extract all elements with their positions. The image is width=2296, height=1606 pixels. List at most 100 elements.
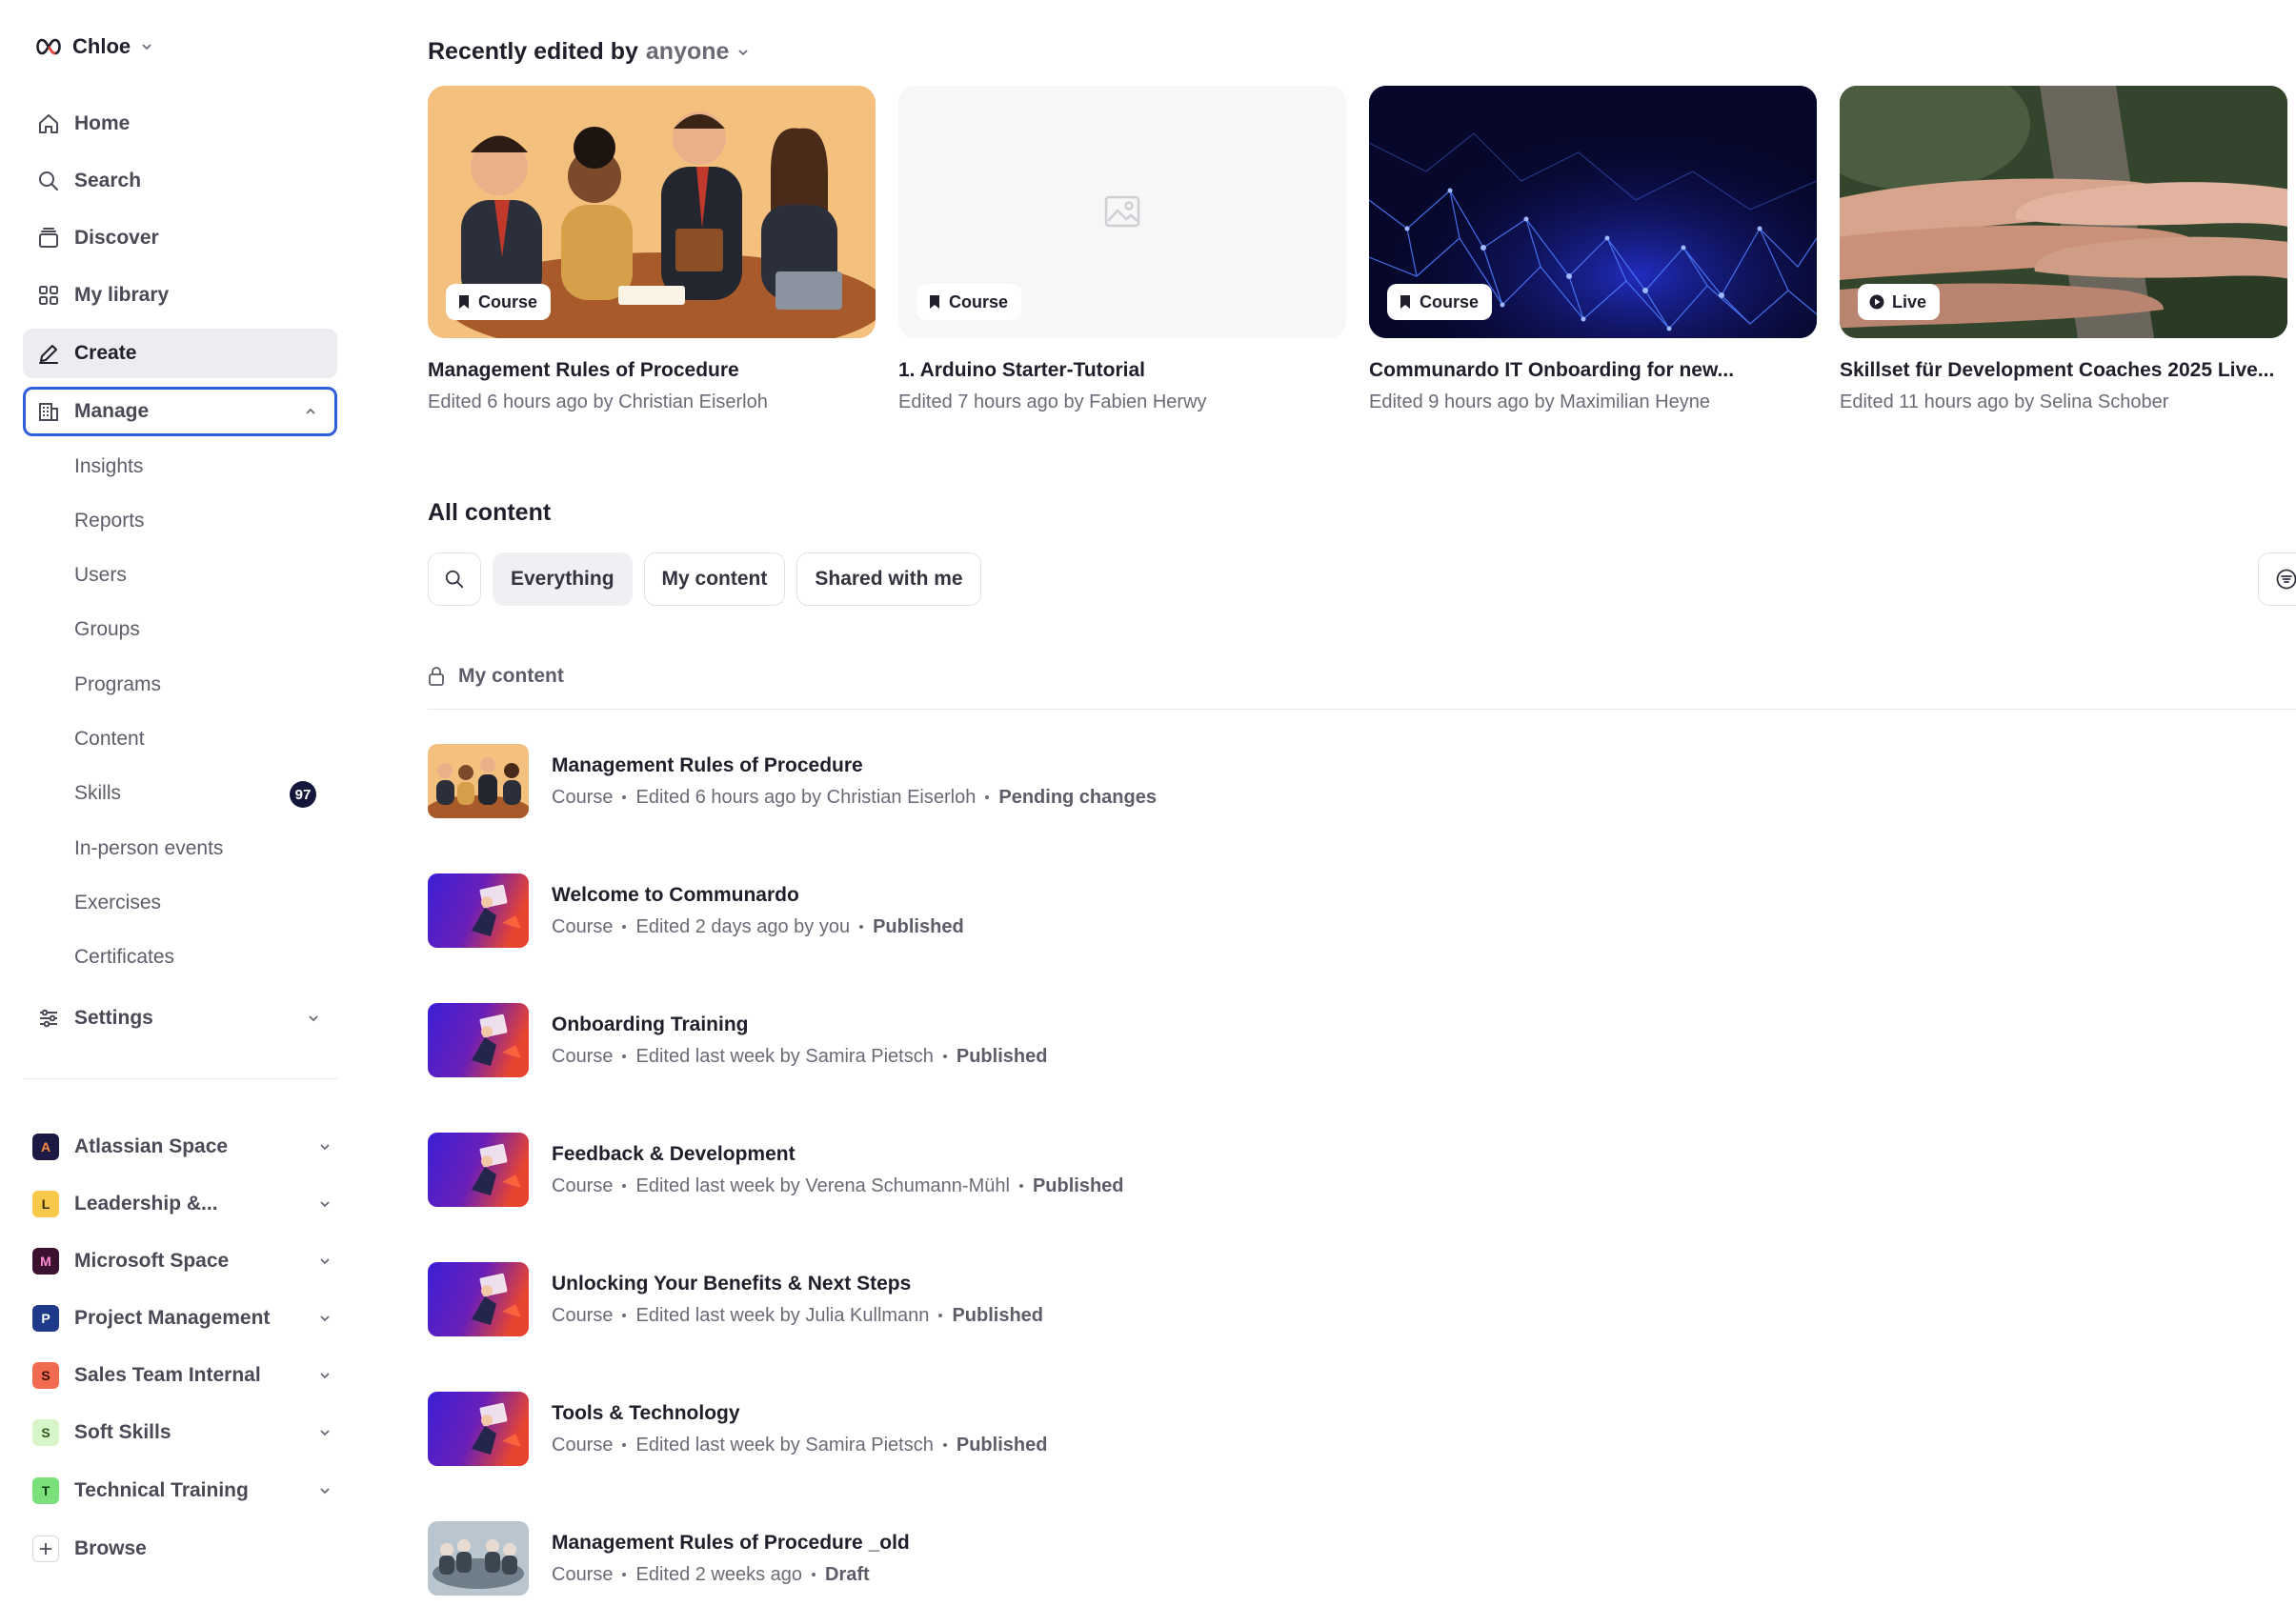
chevron-down-icon[interactable]	[318, 1369, 332, 1382]
manage-item-programs[interactable]: Programs	[74, 673, 161, 696]
sidebar: Chloe Home Search Discover My library Cr…	[0, 0, 362, 1606]
table-row[interactable]: Onboarding Training Course Edited last wee…	[428, 1002, 2238, 1078]
filter-shared-with-me[interactable]: Shared with me	[796, 552, 981, 606]
chevron-down-icon	[142, 44, 151, 50]
space-item[interactable]: M Microsoft Space	[32, 1242, 337, 1280]
search-icon	[445, 570, 464, 589]
search-icon	[36, 169, 61, 193]
nav-manage[interactable]: Manage	[23, 387, 337, 436]
group-divider	[428, 709, 2296, 710]
recent-card[interactable]: Course 1. Arduino Starter-Tutorial Edite…	[898, 86, 1346, 413]
chevron-down-icon[interactable]	[318, 1197, 332, 1211]
nav-discover[interactable]: Discover	[23, 213, 337, 263]
separator-dot	[942, 1443, 947, 1447]
table-row[interactable]: Management Rules of Procedure Course Edite…	[428, 743, 2238, 819]
status-badge: Pending changes	[998, 786, 1157, 808]
chevron-down-icon[interactable]	[318, 1140, 332, 1154]
chevron-down-icon	[309, 1015, 318, 1022]
row-title: Unlocking Your Benefits & Next Steps	[552, 1272, 912, 1295]
separator-dot	[622, 925, 627, 929]
table-row[interactable]: Management Rules of Procedure _old Course…	[428, 1520, 2238, 1596]
badge-label: Course	[949, 291, 1009, 311]
row-text: Onboarding Training Course Edited last wee…	[552, 1014, 1047, 1068]
content-type-badge: Course	[446, 284, 552, 320]
manage-item-exercises[interactable]: Exercises	[74, 892, 161, 914]
filter-options-button[interactable]	[2258, 552, 2296, 606]
recently-edited-title: Recently edited by	[428, 38, 638, 65]
profile-name: Chloe	[72, 34, 131, 58]
row-type: Course	[552, 1174, 614, 1196]
space-avatar: P	[32, 1305, 59, 1332]
manage-item-skills[interactable]: Skills	[74, 782, 121, 805]
row-edited: Edited 2 days ago by you	[635, 915, 851, 937]
manage-item-groups[interactable]: Groups	[74, 618, 140, 641]
row-type: Course	[552, 915, 614, 937]
table-row[interactable]: Welcome to Communardo Course Edited 2 days…	[428, 873, 2238, 949]
row-title: Tools & Technology	[552, 1401, 740, 1424]
chevron-down-icon[interactable]	[318, 1312, 332, 1325]
nav-my-library-label: My library	[74, 284, 170, 306]
nav-my-library[interactable]: My library	[23, 271, 337, 320]
status-badge: Published	[952, 1304, 1044, 1326]
card-subtitle: Edited 9 hours ago by Maximilian Heyne	[1369, 391, 1710, 412]
manage-item-users[interactable]: Users	[74, 564, 127, 587]
browse-button[interactable]: Browse	[32, 1530, 337, 1568]
nav-settings-label: Settings	[74, 1007, 153, 1029]
space-item[interactable]: P Project Management	[32, 1299, 337, 1337]
space-item[interactable]: L Leadership &...	[32, 1185, 337, 1223]
row-edited: Edited 2 weeks ago	[635, 1563, 803, 1585]
table-row[interactable]: Unlocking Your Benefits & Next Steps Cour…	[428, 1261, 2238, 1337]
recent-card[interactable]: Course Communardo IT Onboarding for new.…	[1369, 86, 1817, 413]
nav-settings[interactable]: Settings	[23, 994, 337, 1043]
plus-icon	[32, 1536, 59, 1562]
skills-count-badge: 97	[290, 781, 316, 808]
status-badge: Published	[956, 1434, 1048, 1455]
nav-create[interactable]: Create	[23, 329, 337, 378]
chevron-down-icon[interactable]	[318, 1255, 332, 1268]
nav-search-label: Search	[74, 170, 142, 191]
nav-home[interactable]: Home	[23, 99, 337, 149]
recent-card[interactable]: Course Management Rules of Procedure Edi…	[428, 86, 876, 413]
space-item[interactable]: A Atlassian Space	[32, 1128, 337, 1166]
separator-dot	[622, 1314, 627, 1317]
badge-label: Live	[1892, 291, 1927, 311]
separator-dot	[622, 1443, 627, 1447]
space-item[interactable]: S Sales Team Internal	[32, 1356, 337, 1395]
manage-item-reports[interactable]: Reports	[74, 510, 145, 532]
row-text: Tools & Technology Course Edited last week…	[552, 1402, 1047, 1456]
row-type: Course	[552, 1563, 614, 1585]
row-text: Feedback & Development Course Edited last …	[552, 1143, 1124, 1197]
manage-item-content[interactable]: Content	[74, 728, 145, 751]
space-item[interactable]: T Technical Training	[32, 1472, 337, 1510]
row-type: Course	[552, 1045, 614, 1067]
row-type: Course	[552, 1304, 614, 1326]
row-title: Onboarding Training	[552, 1013, 749, 1035]
row-meta: Course Edited 6 hours ago by Christian Ei…	[552, 787, 1157, 809]
chevron-down-icon[interactable]	[318, 1426, 332, 1439]
manage-item-certificates[interactable]: Certificates	[74, 946, 174, 969]
nav-search[interactable]: Search	[23, 156, 337, 206]
manage-item-in-person-events[interactable]: In-person events	[74, 837, 223, 860]
recent-card[interactable]: Live Skillset für Development Coaches 20…	[1840, 86, 2287, 413]
chevron-down-icon[interactable]	[736, 46, 750, 59]
edited-by-filter[interactable]: anyone	[646, 38, 730, 66]
chevron-down-icon[interactable]	[318, 1484, 332, 1497]
browse-label: Browse	[74, 1537, 147, 1559]
table-row[interactable]: Feedback & Development Course Edited last …	[428, 1132, 2238, 1208]
card-title: 1. Arduino Starter-Tutorial	[898, 359, 1146, 381]
content-search-button[interactable]	[428, 552, 481, 606]
profile-switcher[interactable]: Chloe	[34, 34, 153, 59]
stack-icon	[36, 226, 61, 251]
row-meta: Course Edited last week by Samira Pietsch…	[552, 1435, 1047, 1456]
content-type-badge: Live	[1858, 284, 1941, 320]
space-item[interactable]: S Soft Skills	[32, 1414, 337, 1452]
image-placeholder-icon	[1104, 195, 1140, 228]
manage-item-insights[interactable]: Insights	[74, 455, 143, 478]
table-row[interactable]: Tools & Technology Course Edited last week…	[428, 1391, 2238, 1467]
space-label: Sales Team Internal	[74, 1364, 261, 1386]
card-subtitle: Edited 11 hours ago by Selina Schober	[1840, 391, 2169, 412]
separator-dot	[622, 1573, 627, 1576]
row-text: Unlocking Your Benefits & Next Steps Cour…	[552, 1273, 1043, 1327]
filter-my-content[interactable]: My content	[643, 552, 786, 606]
filter-everything[interactable]: Everything	[493, 552, 633, 606]
